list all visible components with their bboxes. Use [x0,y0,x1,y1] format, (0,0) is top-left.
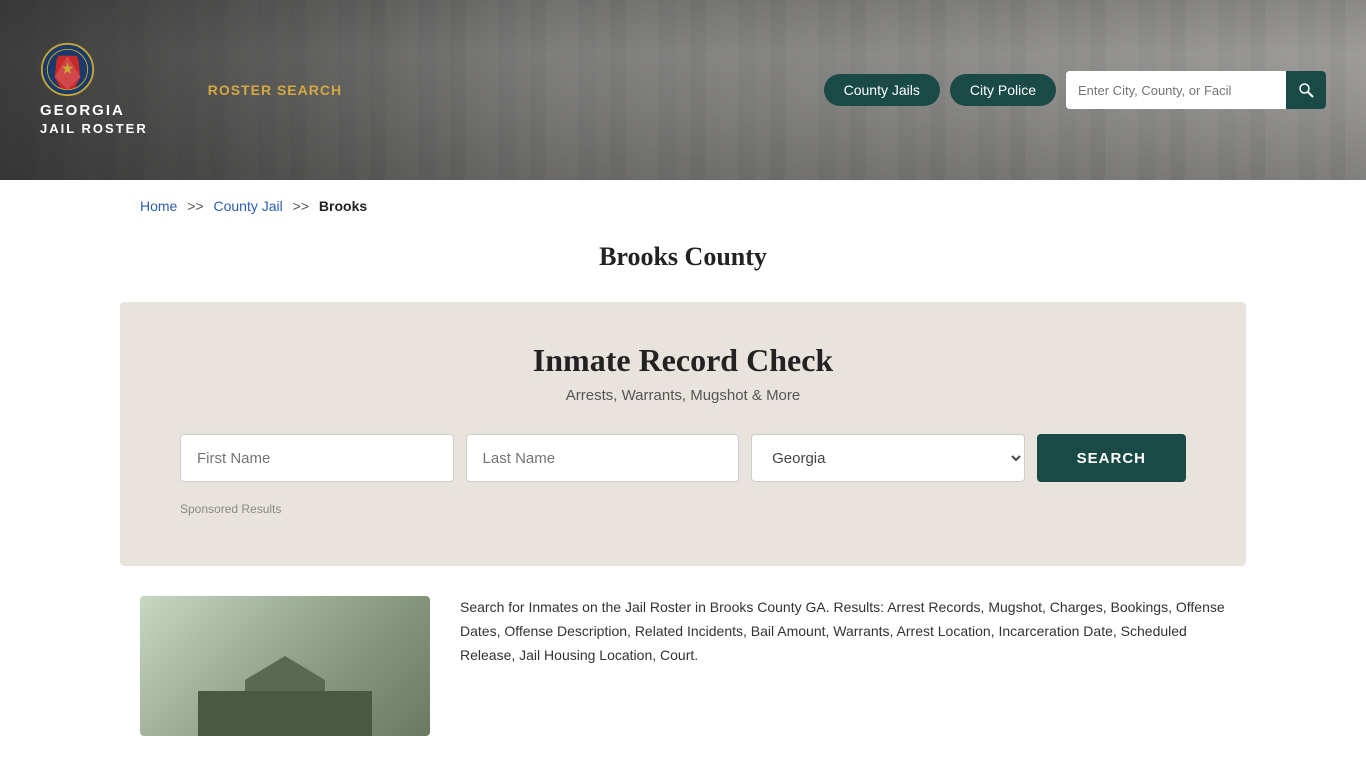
record-check-title: Inmate Record Check [180,342,1186,379]
inmate-search-form: Georgia SEARCH [180,434,1186,482]
breadcrumb-current: Brooks [319,198,367,214]
county-jails-button[interactable]: County Jails [824,74,940,106]
breadcrumb-sep2: >> [293,198,309,214]
bottom-section: Search for Inmates on the Jail Roster in… [0,566,1366,766]
page-title: Brooks County [0,242,1366,272]
breadcrumb-home[interactable]: Home [140,198,177,214]
first-name-input[interactable] [180,434,454,482]
header-search-input[interactable] [1066,71,1286,109]
nav-buttons: County Jails City Police [824,71,1326,109]
facility-description: Search for Inmates on the Jail Roster in… [460,596,1226,667]
roster-search-link[interactable]: ROSTER SEARCH [208,82,342,98]
last-name-input[interactable] [466,434,740,482]
inmate-search-button[interactable]: SEARCH [1037,434,1186,482]
georgia-seal-icon [40,42,95,97]
breadcrumb-sep1: >> [187,198,203,214]
breadcrumb: Home >> County Jail >> Brooks [0,180,1366,232]
city-police-button[interactable]: City Police [950,74,1056,106]
logo-text: GEORGIA JAIL ROSTER [40,101,148,137]
facility-image [140,596,430,736]
breadcrumb-county-jail[interactable]: County Jail [214,198,283,214]
state-select[interactable]: Georgia [751,434,1025,482]
search-icon [1298,82,1314,98]
site-header: GEORGIA JAIL ROSTER ROSTER SEARCH County… [0,0,1366,180]
header-search-bar [1066,71,1326,109]
record-check-section: Inmate Record Check Arrests, Warrants, M… [120,302,1246,566]
sponsored-label: Sponsored Results [180,502,1186,516]
logo-area: GEORGIA JAIL ROSTER [40,42,148,137]
header-search-button[interactable] [1286,71,1326,109]
record-check-subtitle: Arrests, Warrants, Mugshot & More [180,387,1186,404]
